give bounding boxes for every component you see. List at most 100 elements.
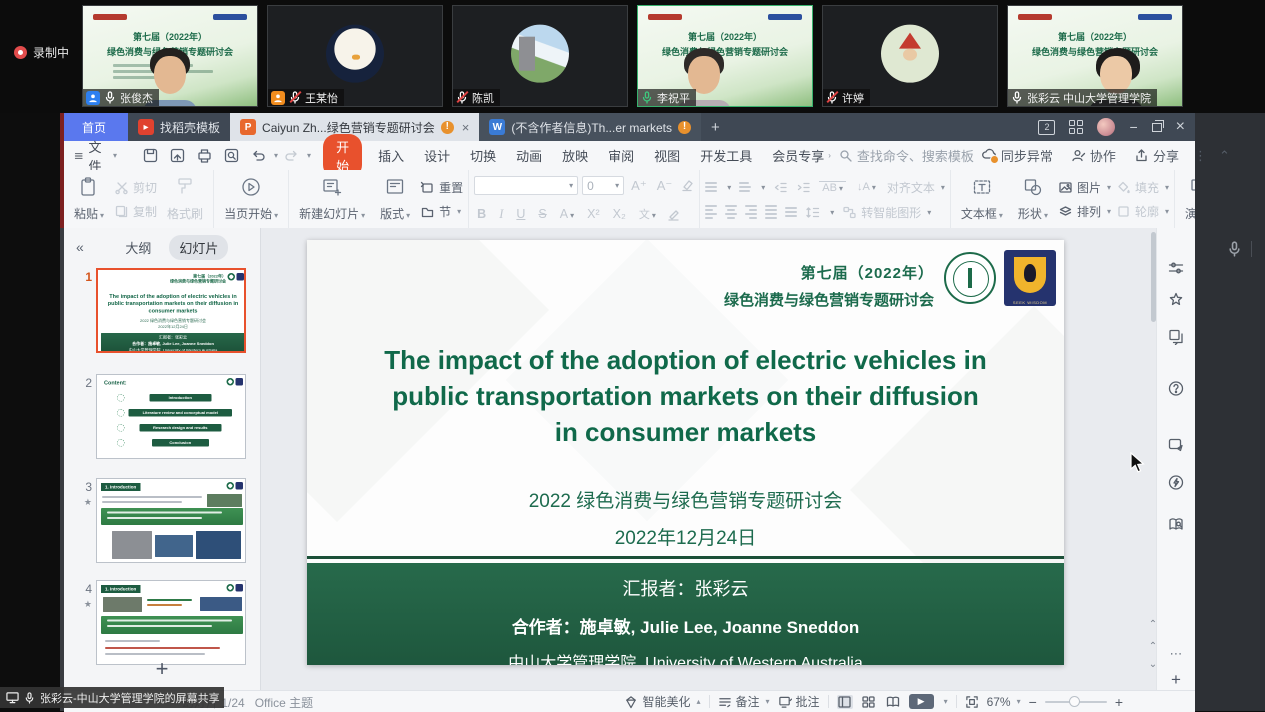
copy-button[interactable]: 复制 xyxy=(114,200,157,222)
rail-more-icon[interactable]: ⋯ xyxy=(1170,646,1183,662)
video-tile[interactable]: 第七届（2022年）绿色消费与绿色营销专题研讨会 张彩云 中山大学管理学院 xyxy=(1007,5,1183,107)
redo-icon[interactable] xyxy=(283,147,300,164)
file-menu[interactable]: 文件▾ xyxy=(64,137,125,175)
outline-button[interactable]: 轮廓▾ xyxy=(1116,200,1169,222)
new-slide-button[interactable]: 新建幻灯片▾ xyxy=(294,174,370,224)
slide-thumbnail-2[interactable]: 2 Content: Introduction Literature revie… xyxy=(72,374,246,459)
video-tile[interactable]: 第七届（2022年）绿色消费与绿色营销专题研讨会 张俊杰 xyxy=(82,5,258,107)
menu-transition[interactable]: 切换 xyxy=(460,146,506,165)
quick-tools-icon[interactable] xyxy=(1168,474,1185,496)
reading-view-icon[interactable] xyxy=(885,695,901,709)
menu-insert[interactable]: 插入 xyxy=(368,146,414,165)
font-size-select[interactable]: 0▾ xyxy=(582,176,624,195)
sync-status[interactable]: 同步异常 xyxy=(974,146,1060,165)
align-left-icon[interactable] xyxy=(705,205,717,219)
justify-icon[interactable] xyxy=(765,205,777,219)
workspace-grid-icon[interactable] xyxy=(1069,120,1083,134)
char-spacing-button[interactable]: ↓A▾ xyxy=(854,181,879,193)
tab-slides[interactable]: 幻灯片 xyxy=(169,235,228,260)
share-button[interactable]: 分享 xyxy=(1127,146,1186,165)
video-tile[interactable]: 王某怡 xyxy=(267,5,443,107)
properties-icon[interactable] xyxy=(1168,260,1185,282)
arrange-button[interactable]: 排列▾ xyxy=(1058,200,1111,222)
paste-button[interactable]: 粘贴▾ xyxy=(69,174,109,224)
slide-thumbnail-4[interactable]: 4★ 1. Introduction xyxy=(72,580,246,665)
zoom-out-button[interactable]: − xyxy=(1029,694,1037,710)
notes-button[interactable]: 备注▾ xyxy=(718,693,770,710)
strikethrough-button[interactable]: S xyxy=(535,207,549,221)
text-direction-button[interactable]: AB▾ xyxy=(819,181,846,194)
more-menu-icon[interactable]: ⋮ xyxy=(1190,148,1211,164)
normal-view-icon[interactable] xyxy=(837,695,853,709)
menu-design[interactable]: 设计 xyxy=(414,146,460,165)
distribute-icon[interactable] xyxy=(785,207,797,217)
help-icon[interactable] xyxy=(1168,380,1185,402)
reset-button[interactable]: 重置 xyxy=(420,176,463,198)
superscript-button[interactable]: X² xyxy=(584,207,603,221)
cut-button[interactable]: 剪切 xyxy=(114,176,157,198)
slideshow-play-button[interactable]: ▶ xyxy=(909,694,934,709)
menu-devtools[interactable]: 开发工具 xyxy=(690,146,762,165)
slide-thumbnail-1[interactable]: 1 第七届（2022年）绿色消费与绿色营销专题研讨会 The impact of… xyxy=(72,268,246,353)
video-tile[interactable]: 陈凯 xyxy=(452,5,628,107)
menu-review[interactable]: 审阅 xyxy=(598,146,644,165)
dictionary-icon[interactable] xyxy=(1168,516,1185,538)
video-tile-speaking[interactable]: 第七届（2022年）绿色消费与绿色营销专题研讨会 李祝平 xyxy=(637,5,813,107)
tab-outline[interactable]: 大纲 xyxy=(115,235,161,260)
account-avatar[interactable] xyxy=(1097,118,1115,136)
picture-button[interactable]: 图片▾ xyxy=(1058,176,1111,198)
collapse-panel-icon[interactable]: « xyxy=(76,239,84,255)
present-button[interactable]: 演示› xyxy=(1180,174,1195,224)
rail-add-icon[interactable]: + xyxy=(1171,670,1181,690)
zoom-slider-knob[interactable] xyxy=(1069,696,1080,707)
save-icon[interactable] xyxy=(142,147,159,164)
shapes-button[interactable]: 形状▾ xyxy=(1013,174,1053,224)
decrease-indent-icon[interactable] xyxy=(773,180,788,195)
collapse-ribbon-icon[interactable]: ⌃ xyxy=(1215,148,1234,164)
align-text-button[interactable]: 对齐文本▾ xyxy=(887,176,945,198)
add-slide-button[interactable]: + xyxy=(64,656,260,682)
video-tile[interactable]: 许婷 xyxy=(822,5,998,107)
underline-button[interactable]: U xyxy=(513,207,528,221)
layout-button[interactable]: 版式▾ xyxy=(375,174,415,224)
numbered-list-icon[interactable] xyxy=(739,182,751,192)
menu-slideshow[interactable]: 放映 xyxy=(552,146,598,165)
duplicate-icon[interactable] xyxy=(1168,328,1185,350)
beautify-button[interactable]: 智能美化▴ xyxy=(624,693,700,710)
collaborate-button[interactable]: 协作 xyxy=(1064,146,1123,165)
phonetic-guide-button[interactable]: 文▾ xyxy=(636,206,659,222)
fill-button[interactable]: 填充▾ xyxy=(1116,176,1169,198)
menu-view[interactable]: 视图 xyxy=(644,146,690,165)
align-right-icon[interactable] xyxy=(745,205,757,219)
comments-button[interactable]: 批注 xyxy=(778,693,820,710)
effects-icon[interactable] xyxy=(1168,291,1185,313)
print-icon[interactable] xyxy=(196,147,213,164)
slide-thumbnail-3[interactable]: 3★ 1. Introduction xyxy=(72,478,246,563)
zoom-slider[interactable] xyxy=(1045,701,1107,703)
tab-close-icon[interactable]: × xyxy=(462,120,470,135)
textbox-button[interactable]: 文本框▾ xyxy=(956,174,1008,224)
increase-indent-icon[interactable] xyxy=(796,180,811,195)
current-slide[interactable]: 第七届（2022年） 绿色消费与绿色营销专题研讨会 SEEK WISDOM Th… xyxy=(307,240,1064,665)
feedback-icon[interactable] xyxy=(1168,436,1185,458)
section-button[interactable]: 节▾ xyxy=(420,200,463,222)
subscript-button[interactable]: X₂ xyxy=(610,207,629,221)
close-button[interactable]: × xyxy=(1176,119,1185,135)
bullet-list-icon[interactable] xyxy=(705,182,717,192)
tab-word-doc[interactable]: W (不含作者信息)Th...er markets ! xyxy=(479,113,701,141)
command-search[interactable]: 查找命令、搜索模板 xyxy=(839,146,974,165)
tab-layout-icon[interactable]: 2 xyxy=(1038,120,1055,135)
minimize-button[interactable]: − xyxy=(1129,120,1137,134)
new-tab-button[interactable]: + xyxy=(701,113,730,141)
play-from-current-button[interactable]: 当页开始▾ xyxy=(219,174,283,224)
tab-docer[interactable]: ▸ 找稻壳模板 xyxy=(128,113,230,141)
menu-animation[interactable]: 动画 xyxy=(506,146,552,165)
fit-window-icon[interactable] xyxy=(965,695,979,709)
menu-member[interactable]: 会员专享 xyxy=(762,146,826,165)
export-icon[interactable] xyxy=(169,147,186,164)
zoom-in-button[interactable]: + xyxy=(1115,694,1123,710)
undo-icon[interactable] xyxy=(250,147,267,164)
increase-font-button[interactable]: A⁺ xyxy=(628,178,650,194)
align-center-icon[interactable] xyxy=(725,205,737,219)
format-painter-button[interactable]: 格式刷 xyxy=(162,174,208,224)
